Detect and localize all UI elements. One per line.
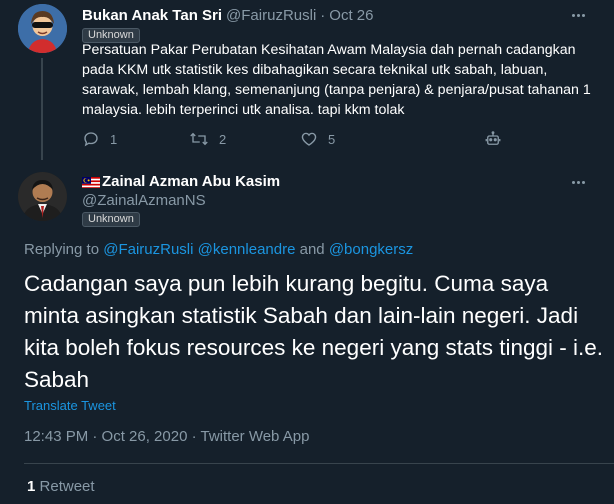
focal-tweet-author: Zainal Azman Abu Kasim: [82, 173, 280, 190]
reply-icon: [84, 132, 98, 147]
status-badge: Unknown: [82, 212, 140, 227]
malaysia-flag-icon: [82, 176, 100, 188]
avatar[interactable]: [18, 4, 67, 53]
mention-link[interactable]: @kennleandre: [198, 241, 296, 258]
tweet-thread: Bukan Anak Tan Sri @FairuzRusli · Oct 26…: [0, 0, 614, 504]
like-button[interactable]: 5: [300, 130, 335, 148]
translate-tweet-link[interactable]: Translate Tweet: [24, 398, 116, 413]
tweet-timestamp[interactable]: 12:43 PM · Oct 26, 2020 · Twitter Web Ap…: [24, 428, 309, 445]
author-name[interactable]: Bukan Anak Tan Sri: [82, 7, 222, 24]
more-icon[interactable]: [572, 8, 594, 22]
retweet-button[interactable]: 2: [189, 130, 226, 148]
reply-button[interactable]: 1: [82, 130, 117, 148]
tweet-text: Persatuan Pakar Perubatan Kesihatan Awam…: [82, 42, 591, 118]
retweet-label: Retweet: [39, 478, 95, 495]
retweet-total: 1: [27, 478, 36, 495]
bot-info-button[interactable]: [484, 130, 502, 148]
replying-and: and: [295, 241, 329, 258]
avatar[interactable]: [18, 172, 67, 221]
robot-icon: [485, 131, 501, 145]
retweet-icon: [190, 132, 208, 146]
mention-link[interactable]: @FairuzRusli: [103, 241, 193, 258]
divider: [24, 463, 614, 464]
author-handle[interactable]: @FairuzRusli: [226, 7, 316, 24]
replying-to: Replying to @FairuzRusli @kennleandre an…: [24, 241, 413, 258]
like-icon: [301, 132, 317, 146]
parent-tweet-header: Bukan Anak Tan Sri @FairuzRusli · Oct 26: [82, 6, 373, 24]
reply-count: 1: [110, 131, 118, 147]
replying-prefix: Replying to: [24, 241, 104, 258]
parent-tweet[interactable]: Bukan Anak Tan Sri @FairuzRusli · Oct 26…: [0, 0, 614, 160]
retweet-count: 2: [219, 131, 227, 147]
more-icon[interactable]: [572, 175, 594, 189]
tweet-text: Cadangan saya pun lebih kurang begitu. C…: [24, 271, 604, 392]
separator: ·: [320, 6, 326, 24]
author-name[interactable]: Zainal Azman Abu Kasim: [102, 173, 280, 190]
author-handle[interactable]: @ZainalAzmanNS: [82, 192, 206, 209]
tweet-actions: 1 2 5: [82, 130, 522, 152]
thread-line: [41, 58, 43, 160]
tweet-date[interactable]: Oct 26: [329, 7, 373, 24]
retweet-stats[interactable]: 1 Retweet: [27, 478, 95, 495]
like-count: 5: [328, 131, 336, 147]
mention-link[interactable]: @bongkersz: [329, 241, 413, 258]
